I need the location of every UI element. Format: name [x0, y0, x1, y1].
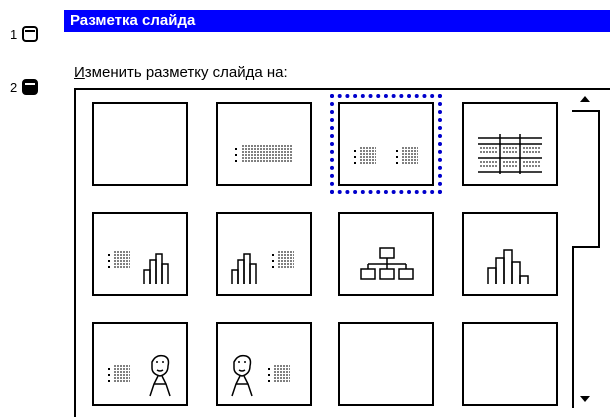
blank-layout-icon: [94, 104, 186, 184]
slide-layout-screenshot: 1 2 Разметка слайда Изменить разметку сл…: [0, 0, 610, 417]
layout-tile-blank[interactable]: [92, 102, 188, 186]
panel-title: Разметка слайда: [70, 12, 196, 29]
scroll-down-button[interactable]: [570, 390, 600, 408]
layout-tile-chart[interactable]: [462, 212, 558, 296]
text-and-chart-layout-icon: [108, 251, 169, 284]
scroll-up-button[interactable]: [570, 90, 600, 108]
window-filled-icon[interactable]: [22, 79, 38, 95]
text-layout-icon: [235, 145, 292, 162]
scroll-up-arrow-icon: [580, 96, 590, 102]
chart-and-text-layout-icon: [231, 251, 294, 284]
layout-tile-title-only[interactable]: [338, 322, 434, 406]
blank-layout-icon: [464, 324, 556, 404]
layout-tile-chart-and-text[interactable]: [216, 212, 312, 296]
callout-2: 2: [10, 79, 38, 95]
gallery-scrollbar[interactable]: [570, 90, 600, 417]
layout-tile-table[interactable]: [462, 102, 558, 186]
callout-number-2: 2: [10, 79, 18, 95]
layout-tile-two-column-text[interactable]: [330, 94, 442, 194]
prompt-accelerator: И: [74, 64, 85, 81]
scroll-down-arrow-icon: [580, 396, 590, 402]
chart-layout-icon: [487, 249, 529, 284]
layout-tile-blank-2[interactable]: [462, 322, 558, 406]
window-restore-icon[interactable]: [22, 26, 38, 42]
text-and-clipart-layout-icon: [108, 354, 171, 397]
two-column-text-layout-icon: [354, 147, 418, 164]
title-only-layout-icon: [340, 324, 432, 404]
layout-tile-text[interactable]: [216, 102, 312, 186]
scroll-track[interactable]: [572, 248, 574, 408]
callout-1: 1: [10, 26, 38, 42]
layout-gallery: [74, 88, 610, 417]
table-layout-icon: [478, 134, 542, 174]
layout-prompt-label: Изменить разметку слайда на:: [74, 64, 288, 81]
callout-number-1: 1: [10, 26, 18, 42]
panel-title-bar: Разметка слайда: [64, 10, 610, 32]
scroll-thumb[interactable]: [572, 110, 600, 248]
layout-tile-text-and-clipart[interactable]: [92, 322, 188, 406]
layout-tile-clipart-and-text[interactable]: [216, 322, 312, 406]
org-chart-layout-icon: [360, 247, 414, 280]
layout-tile-org-chart[interactable]: [338, 212, 434, 296]
layout-tile-text-and-chart[interactable]: [92, 212, 188, 296]
prompt-text: зменить разметку слайда на:: [84, 64, 288, 81]
clipart-and-text-layout-icon: [231, 354, 290, 397]
